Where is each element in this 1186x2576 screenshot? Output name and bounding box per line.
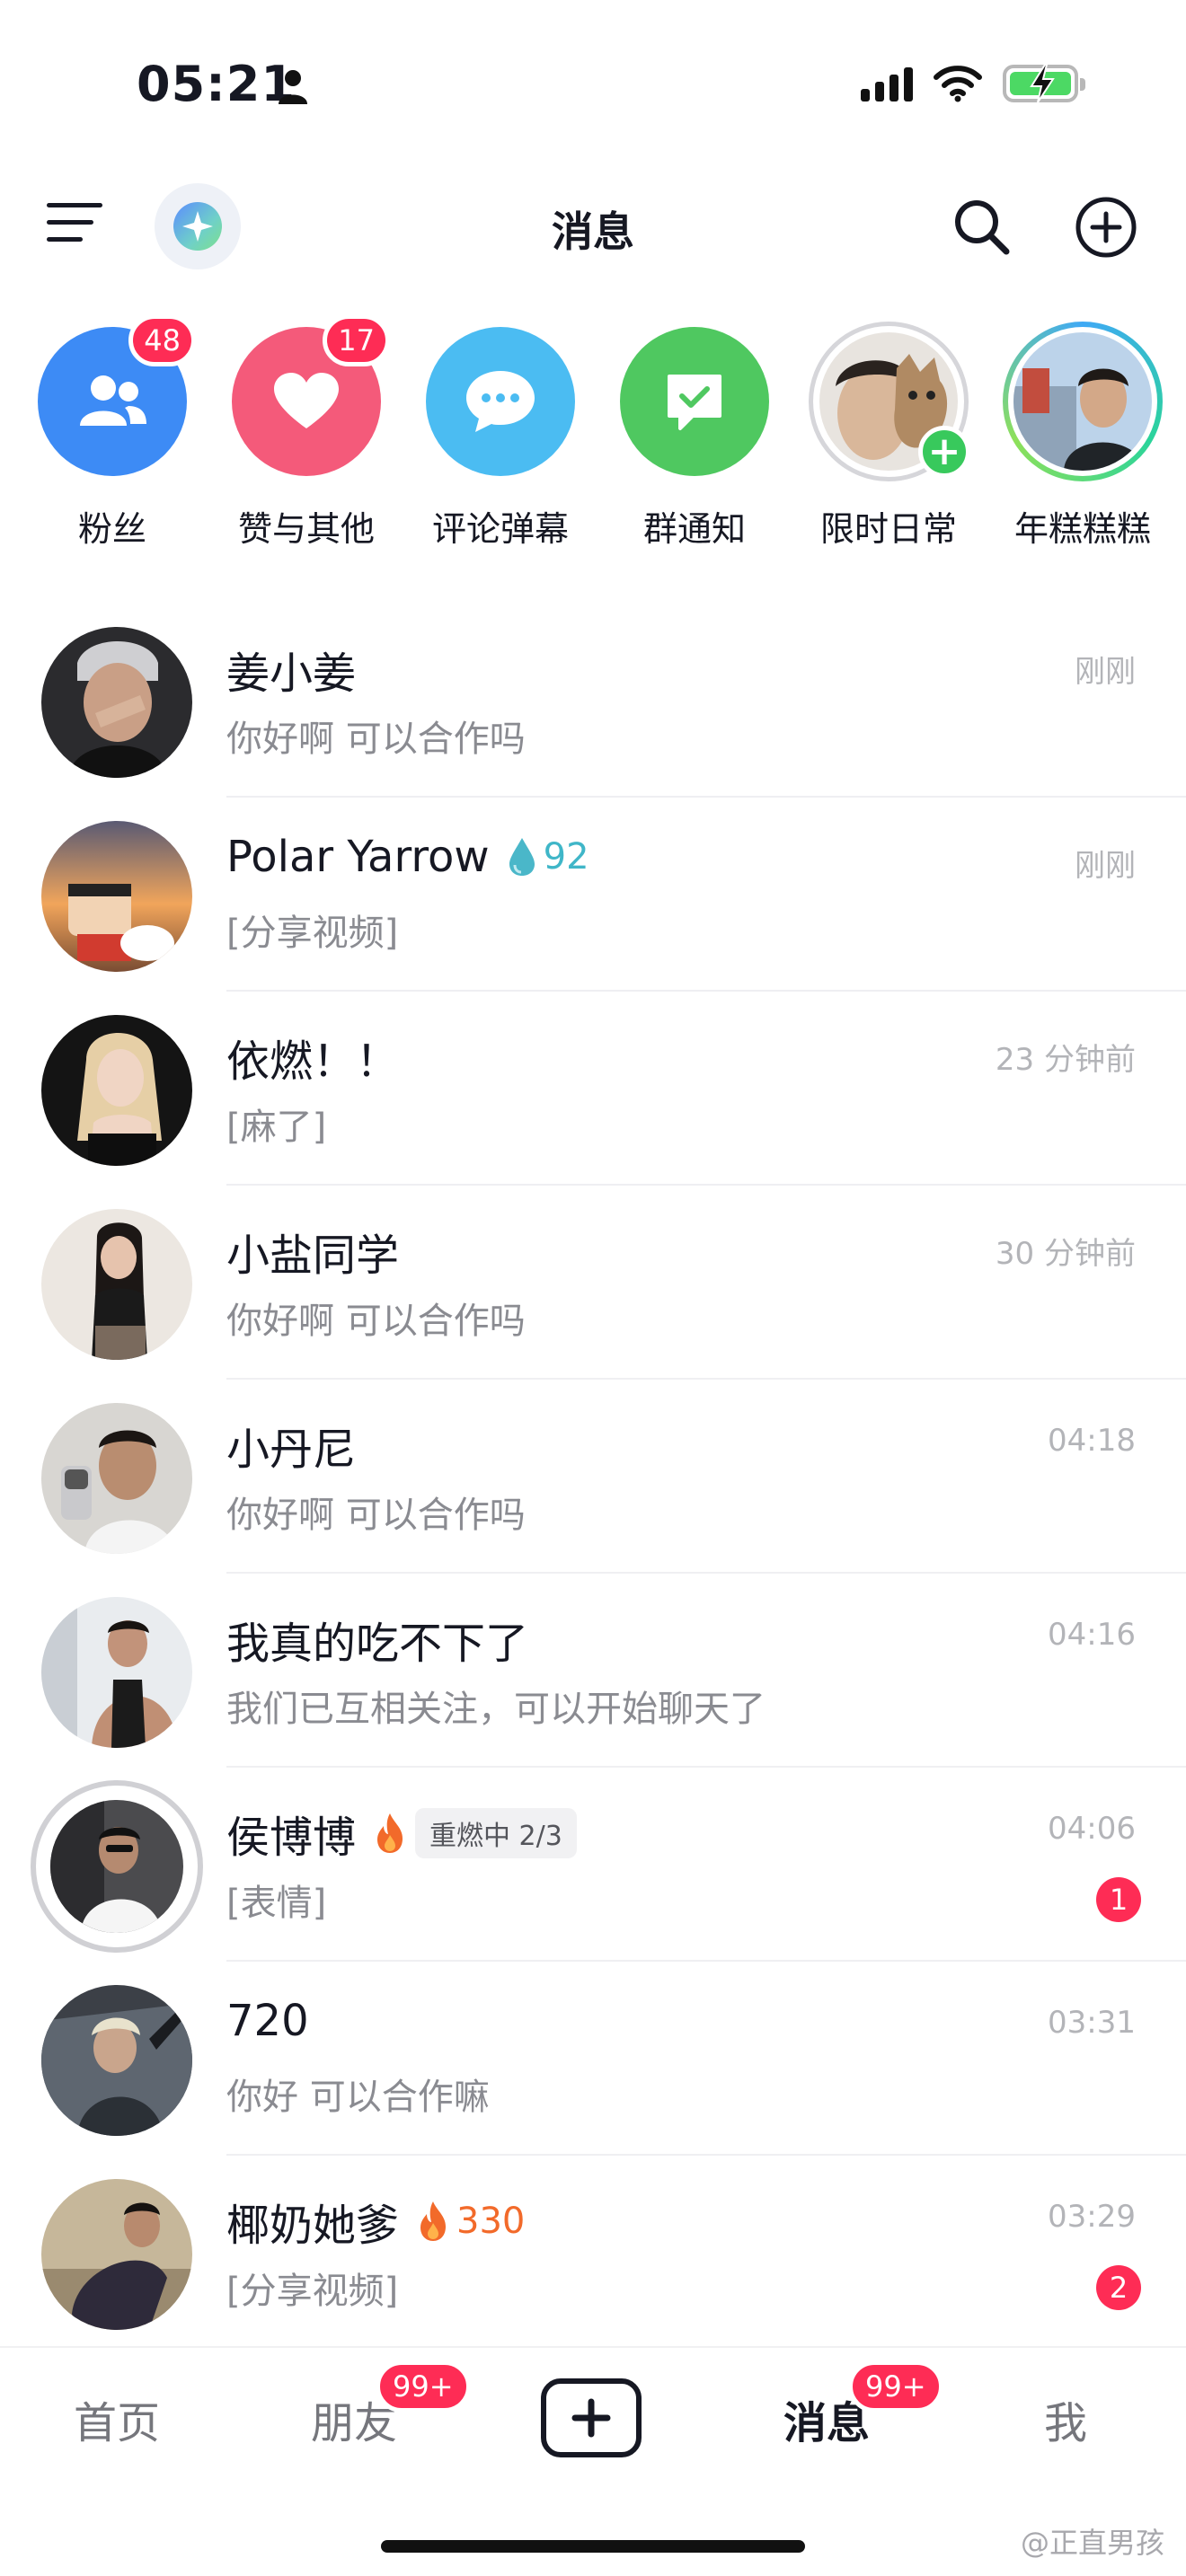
message-time: 04:06 xyxy=(1048,1811,1136,1847)
interaction-streak: 330 xyxy=(415,2200,525,2243)
message-time: 03:29 xyxy=(1048,2199,1136,2235)
story-label: 限时日常 xyxy=(819,509,957,549)
message-preview: 你好啊 可以合作吗 xyxy=(226,1301,526,1342)
message-time: 刚刚 xyxy=(1075,848,1136,884)
contact-name: 720 xyxy=(226,1996,309,2046)
story-niangao[interactable]: 年糕糕糕 xyxy=(997,314,1168,557)
streak-count: 92 xyxy=(543,836,589,878)
avatar[interactable] xyxy=(50,1800,183,1933)
status-time: 05:21 xyxy=(137,56,296,112)
add-story-icon[interactable]: + xyxy=(918,426,970,478)
conversation-item[interactable]: 椰奶她爹 330 [分享视频] 03:29 2 xyxy=(0,2156,1186,2350)
story-label: 年糕糕糕 xyxy=(1013,509,1151,549)
story-label: 群通知 xyxy=(642,509,746,549)
contact-name: 姜小姜 xyxy=(226,648,357,699)
message-list: 姜小姜 你好啊 可以合作吗 刚刚 Polar Yarrow 92 [分享视频] … xyxy=(0,604,1186,2350)
avatar[interactable] xyxy=(41,1985,192,2136)
friends-badge: 99+ xyxy=(376,2360,471,2413)
cellular-signal-icon xyxy=(861,66,913,101)
water-drop-icon xyxy=(509,838,535,876)
message-time: 04:16 xyxy=(1048,1617,1136,1653)
contact-name: 依燃！！ xyxy=(226,1037,400,1087)
plus-icon xyxy=(571,2398,611,2438)
message-time: 刚刚 xyxy=(1075,654,1136,690)
avatar[interactable] xyxy=(41,1403,192,1554)
story-fans[interactable]: 48 粉丝 xyxy=(27,314,198,557)
message-preview: 你好 可以合作嘛 xyxy=(226,2077,490,2118)
create-button[interactable] xyxy=(541,2378,642,2457)
conversation-item[interactable]: 姜小姜 你好啊 可以合作吗 刚刚 xyxy=(0,604,1186,798)
wifi-icon xyxy=(934,66,982,102)
contact-name: 我真的吃不下了 xyxy=(226,1619,529,1669)
charging-bolt-icon xyxy=(1030,64,1055,103)
story-label: 评论弹幕 xyxy=(431,509,569,549)
story-group-notice[interactable]: 群通知 xyxy=(609,314,780,557)
home-indicator xyxy=(381,2540,805,2553)
story-label: 粉丝 xyxy=(77,509,146,549)
avatar[interactable] xyxy=(41,1597,192,1748)
avatar[interactable] xyxy=(41,627,192,778)
header: 消息 xyxy=(0,171,1186,278)
conversation-item[interactable]: 我真的吃不下了 我们已互相关注，可以开始聊天了 04:16 xyxy=(0,1574,1186,1768)
add-circle-icon[interactable] xyxy=(1075,196,1137,259)
message-preview: 你好啊 可以合作吗 xyxy=(226,719,526,760)
conversation-item[interactable]: Polar Yarrow 92 [分享视频] 刚刚 xyxy=(0,798,1186,992)
conversation-item[interactable]: 依燃！！ [麻了] 23 分钟前 xyxy=(0,992,1186,1186)
fire-icon xyxy=(420,2201,447,2241)
story-avatar xyxy=(1013,332,1152,471)
likes-count-badge: 17 xyxy=(323,314,390,366)
avatar[interactable] xyxy=(41,821,192,972)
contact-name: 侯博博 xyxy=(226,1813,357,1863)
tab-home[interactable]: 首页 xyxy=(74,2387,160,2450)
messages-badge: 99+ xyxy=(848,2360,943,2413)
message-preview: [分享视频] xyxy=(226,913,399,954)
status-bar: 05:21 xyxy=(0,0,1186,171)
tab-me[interactable]: 我 xyxy=(1044,2387,1087,2450)
rekindle-streak: 重燃中 2/3 xyxy=(372,1808,577,1858)
conversation-item[interactable]: 小丹尼 你好啊 可以合作吗 04:18 xyxy=(0,1380,1186,1574)
message-preview: 我们已互相关注，可以开始聊天了 xyxy=(226,1689,766,1730)
contact-name: Polar Yarrow xyxy=(226,832,490,882)
check-message-icon xyxy=(620,327,769,476)
unread-count-badge: 2 xyxy=(1096,2265,1141,2310)
bottom-tab-bar: 首页 朋友 99+ 消息 99+ 我 @正直男孩 xyxy=(0,2346,1186,2576)
conversation-item[interactable]: 小盐同学 你好啊 可以合作吗 30 分钟前 xyxy=(0,1186,1186,1380)
interaction-streak: 92 xyxy=(506,836,589,878)
message-time: 03:31 xyxy=(1048,2005,1136,2041)
avatar[interactable] xyxy=(41,2179,192,2330)
watermark: @正直男孩 xyxy=(1020,2526,1164,2560)
streak-count: 330 xyxy=(456,2201,526,2242)
contact-name: 小盐同学 xyxy=(226,1231,400,1281)
unread-count-badge: 1 xyxy=(1096,1877,1141,1922)
story-comments[interactable]: 评论弹幕 xyxy=(415,314,586,557)
avatar[interactable] xyxy=(41,1015,192,1166)
message-preview: [表情] xyxy=(226,1883,327,1924)
contact-name: 椰奶她爹 xyxy=(226,2201,400,2251)
story-label: 赞与其他 xyxy=(237,509,375,549)
message-time: 23 分钟前 xyxy=(995,1042,1136,1078)
avatar[interactable] xyxy=(41,1209,192,1360)
fire-icon xyxy=(377,1813,403,1853)
comment-icon xyxy=(426,327,575,476)
message-time: 04:18 xyxy=(1048,1423,1136,1459)
message-preview: 你好啊 可以合作吗 xyxy=(226,1495,526,1536)
message-time: 30 分钟前 xyxy=(995,1236,1136,1272)
conversation-item[interactable]: 侯博博 重燃中 2/3 [表情] 04:06 1 xyxy=(0,1768,1186,1962)
status-icons xyxy=(861,64,1085,103)
conversation-item[interactable]: 720 你好 可以合作嘛 03:31 xyxy=(0,1962,1186,2156)
story-my-daily[interactable]: + 限时日常 xyxy=(803,314,974,557)
person-icon xyxy=(279,70,307,104)
message-preview: [麻了] xyxy=(226,1107,327,1148)
story-likes[interactable]: 17 赞与其他 xyxy=(221,314,392,557)
rekindle-status: 重燃中 2/3 xyxy=(415,1808,577,1858)
shortcut-row: 48 粉丝 17 赞与其他 评论弹幕 群通知 + 限时日常 年糕糕糕 xyxy=(0,314,1186,557)
message-preview: [分享视频] xyxy=(226,2271,399,2312)
fans-count-badge: 48 xyxy=(128,314,196,366)
search-icon[interactable] xyxy=(951,196,1012,257)
battery-icon xyxy=(1003,64,1085,103)
contact-name: 小丹尼 xyxy=(226,1425,357,1475)
